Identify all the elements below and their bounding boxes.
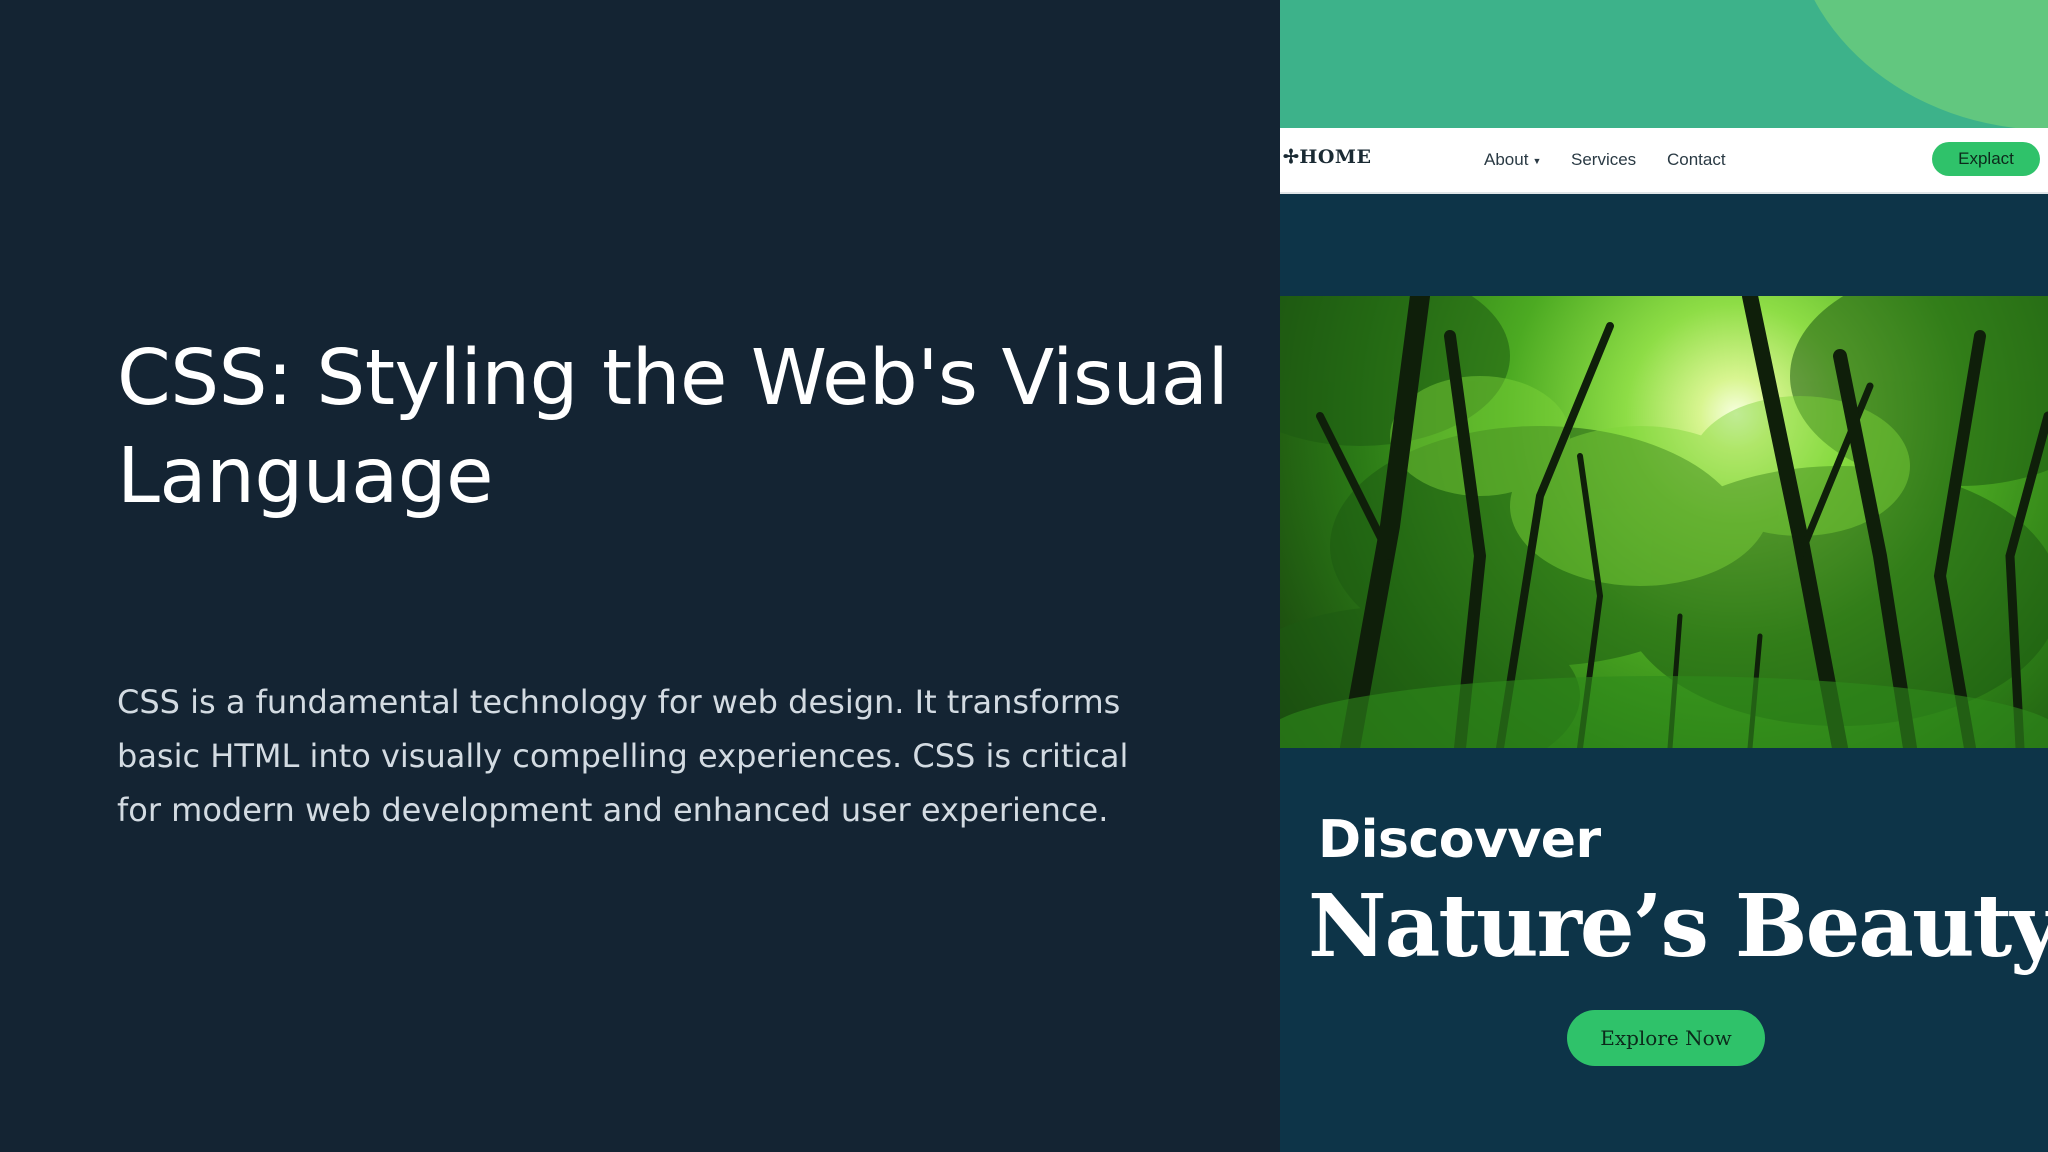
- mockup-logo: ✢HOME: [1283, 146, 1372, 168]
- mockup-nav-services: Services: [1571, 150, 1637, 169]
- mockup-navbar: ✢HOME About ▼ Services Contact Explact: [1280, 128, 2048, 194]
- mockup-hero-headline: Nature’s Beauty: [1308, 876, 2048, 977]
- presentation-slide: CSS: Styling the Web's Visual Language C…: [0, 0, 2048, 1152]
- mockup-nav-cta-button: Explact: [1932, 142, 2040, 176]
- website-mockup-image: ✢HOME About ▼ Services Contact Explact D…: [1280, 0, 2048, 1152]
- chevron-down-icon: ▼: [1532, 155, 1542, 166]
- decorative-blob: [1790, 0, 2048, 128]
- mockup-hero-kicker: Discovver: [1318, 810, 1601, 870]
- text-panel: CSS: Styling the Web's Visual Language C…: [0, 0, 1280, 1152]
- forest-illustration: [1280, 296, 2048, 748]
- forest-photo: [1280, 296, 2048, 748]
- mockup-nav-about-label: About: [1484, 150, 1529, 169]
- mockup-nav-about: About ▼: [1484, 150, 1541, 170]
- slide-title: CSS: Styling the Web's Visual Language: [117, 334, 1229, 521]
- slide-body-text: CSS is a fundamental technology for web …: [117, 683, 1129, 829]
- mockup-top-band: [1280, 0, 2048, 128]
- mockup-explore-button: Explore Now: [1567, 1010, 1765, 1066]
- mockup-nav-contact: Contact: [1667, 150, 1726, 169]
